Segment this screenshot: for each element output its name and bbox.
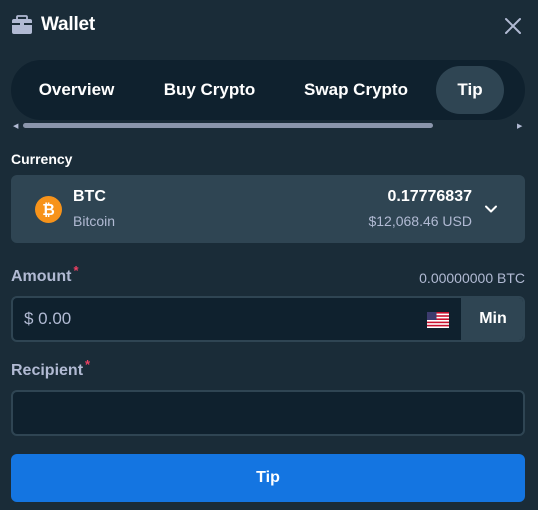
tab-tip[interactable]: Tip bbox=[436, 66, 504, 114]
amount-label: Amount bbox=[11, 268, 72, 285]
tab-buy-crypto[interactable]: Buy Crypto bbox=[148, 66, 271, 114]
wallet-icon bbox=[12, 15, 32, 34]
tab-overview[interactable]: Overview bbox=[21, 66, 132, 114]
chevron-down-icon bbox=[485, 205, 497, 213]
us-flag-icon bbox=[427, 312, 449, 328]
bitcoin-icon: ₿ bbox=[35, 196, 62, 223]
amount-label-wrap: Amount * bbox=[11, 263, 79, 286]
currency-balance-usd: $12,068.46 USD bbox=[368, 213, 472, 229]
currency-balance: 0.17776837 bbox=[387, 188, 472, 205]
wallet-header: Wallet bbox=[0, 0, 538, 50]
required-mark: * bbox=[85, 357, 91, 372]
svg-text:₿: ₿ bbox=[42, 202, 55, 219]
min-button[interactable]: Min bbox=[461, 298, 523, 340]
recipient-label-wrap: Recipient * bbox=[11, 357, 90, 380]
wallet-title: Wallet bbox=[41, 14, 96, 35]
close-icon[interactable] bbox=[503, 16, 523, 36]
currency-code: BTC bbox=[73, 188, 106, 205]
amount-input[interactable] bbox=[13, 298, 461, 340]
tip-button[interactable]: Tip bbox=[11, 454, 525, 502]
currency-label: Currency bbox=[11, 151, 73, 167]
currency-name: Bitcoin bbox=[73, 213, 116, 229]
recipient-input[interactable] bbox=[11, 390, 525, 436]
amount-field: Min bbox=[11, 296, 525, 342]
recipient-label: Recipient bbox=[11, 362, 84, 379]
required-mark: * bbox=[73, 263, 79, 278]
scroll-left-icon[interactable]: ◀ bbox=[13, 122, 18, 130]
scroll-right-icon[interactable]: ▶ bbox=[517, 122, 522, 130]
wallet-tabs: Overview Buy Crypto Swap Crypto Tip bbox=[11, 60, 525, 120]
scrollbar-thumb[interactable] bbox=[23, 123, 433, 128]
amount-crypto-equivalent: 0.00000000 BTC bbox=[419, 270, 525, 286]
tabs-scrollbar[interactable]: ◀ ▶ bbox=[11, 121, 525, 130]
tab-swap-crypto[interactable]: Swap Crypto bbox=[288, 66, 424, 114]
currency-selector[interactable]: ₿ BTC Bitcoin 0.17776837 $12,068.46 USD bbox=[11, 175, 525, 243]
